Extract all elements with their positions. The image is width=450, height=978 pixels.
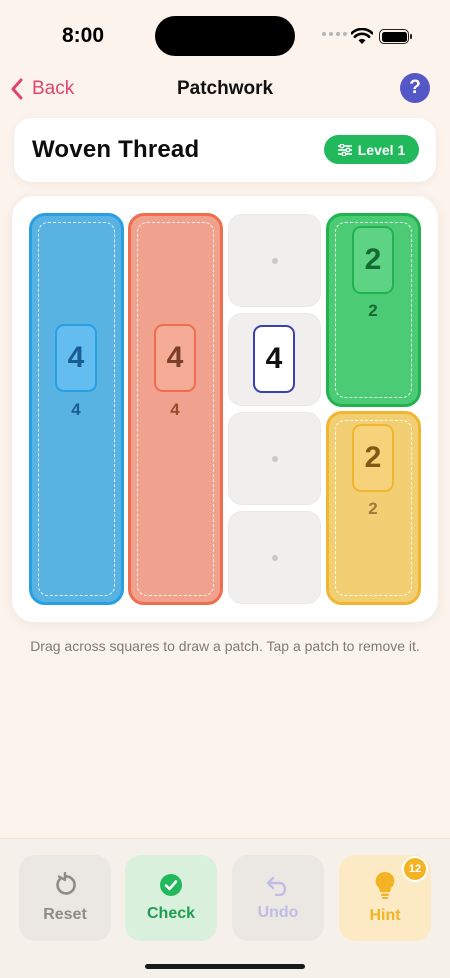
hint-label: Hint [369,907,401,924]
lightbulb-icon [375,871,395,899]
check-circle-icon [160,874,182,896]
patch-clue: 2 [352,226,394,294]
home-indicator[interactable] [145,964,305,969]
patch-green[interactable]: 2 2 [326,213,421,407]
patch-size-label: 2 [368,499,378,518]
check-label: Check [146,905,196,922]
puzzle-board[interactable]: 4 4 4 4 4 2 2 2 2 [12,196,438,622]
page-title: Patchwork [176,78,274,99]
undo-button[interactable]: Undo [232,855,324,941]
instruction-text: Drag across squares to draw a patch. Tap… [30,638,420,654]
level-badge[interactable]: Level 1 [324,135,419,164]
patch-size-label: 4 [71,400,81,419]
patch-red[interactable]: 4 4 [128,213,223,605]
empty-dot [272,456,278,462]
undo-label: Undo [257,904,299,921]
patch-blue[interactable]: 4 4 [29,213,124,605]
reset-icon [56,872,76,895]
puzzle-header-card: Woven Thread Level 1 [14,118,436,182]
status-time: 8:00 [62,24,105,47]
patch-yellow[interactable]: 2 2 [326,411,421,605]
reset-button[interactable]: Reset [19,855,111,941]
hint-count-badge: 12 [404,858,426,880]
empty-dot [272,555,278,561]
patch-size-label: 4 [170,400,180,419]
empty-dot [272,258,278,264]
grid-cell[interactable] [228,412,321,505]
grid-cell[interactable] [228,214,321,307]
puzzle-name: Woven Thread [32,136,200,163]
battery-icon [379,29,412,44]
status-bar: 8:00 [0,0,450,70]
reset-label: Reset [43,906,87,923]
bottom-toolbar: Reset Check Undo Hint [0,838,450,978]
wifi-icon [351,28,373,44]
grid-cell[interactable] [228,511,321,604]
patch-size-label: 2 [368,301,378,320]
sliders-icon [337,143,352,156]
patch-clue: 2 [352,424,394,492]
undo-icon [266,876,287,896]
help-button[interactable]: ? [400,73,430,103]
check-button[interactable]: Check [125,855,217,941]
cellular-signal-icon [322,32,347,36]
patch-clue: 4 [154,324,196,392]
patch-clue: 4 [55,324,97,392]
dynamic-island [155,16,295,56]
level-label: Level 1 [357,141,406,158]
free-clue: 4 [253,325,295,393]
